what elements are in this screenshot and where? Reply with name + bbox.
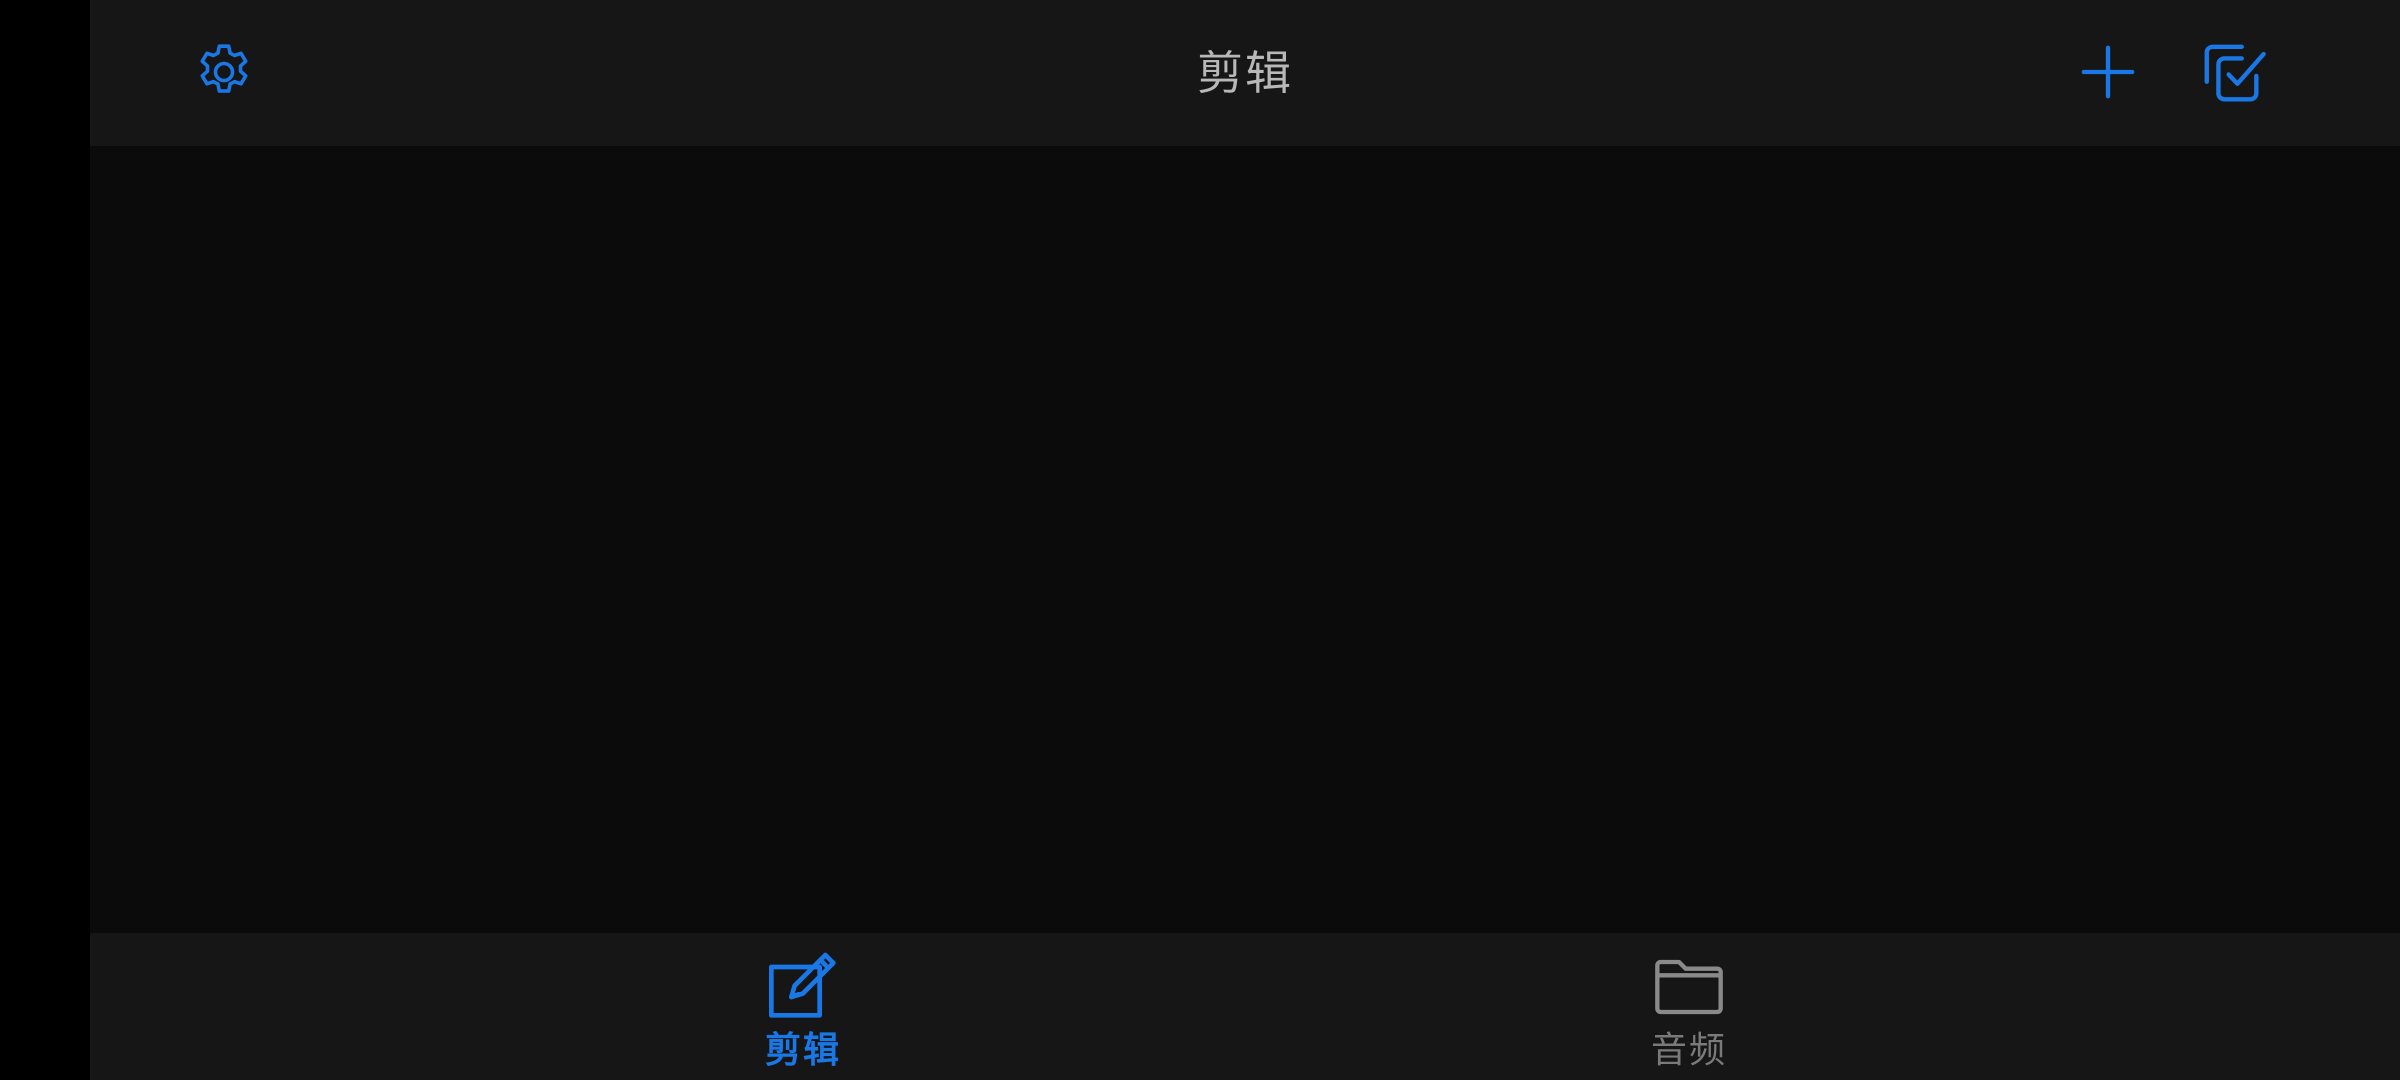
tab-audio-label: 音频: [1650, 1030, 1727, 1071]
top-bar: 剪辑: [90, 0, 2400, 146]
app-window: 剪辑 剪辑 音频: [90, 0, 2400, 1080]
tab-edit-label: 剪辑: [764, 1030, 841, 1071]
plus-icon: [2081, 45, 2135, 99]
gear-icon: [200, 44, 248, 93]
page-title: 剪辑: [1197, 46, 1293, 100]
project-list-area: [90, 146, 2400, 933]
add-button[interactable]: [2066, 30, 2150, 114]
tab-edit[interactable]: 剪辑: [653, 933, 953, 1080]
multi-select-button[interactable]: [2190, 30, 2276, 116]
bottom-tab-bar: 剪辑 音频: [90, 933, 2400, 1080]
tab-audio[interactable]: 音频: [1539, 933, 1839, 1080]
left-edge-strip: [0, 0, 90, 1080]
multi-select-check-icon: [2204, 44, 2266, 102]
edit-pencil-icon: [769, 952, 836, 1018]
settings-button[interactable]: [180, 28, 268, 116]
folder-icon: [1655, 959, 1723, 1015]
